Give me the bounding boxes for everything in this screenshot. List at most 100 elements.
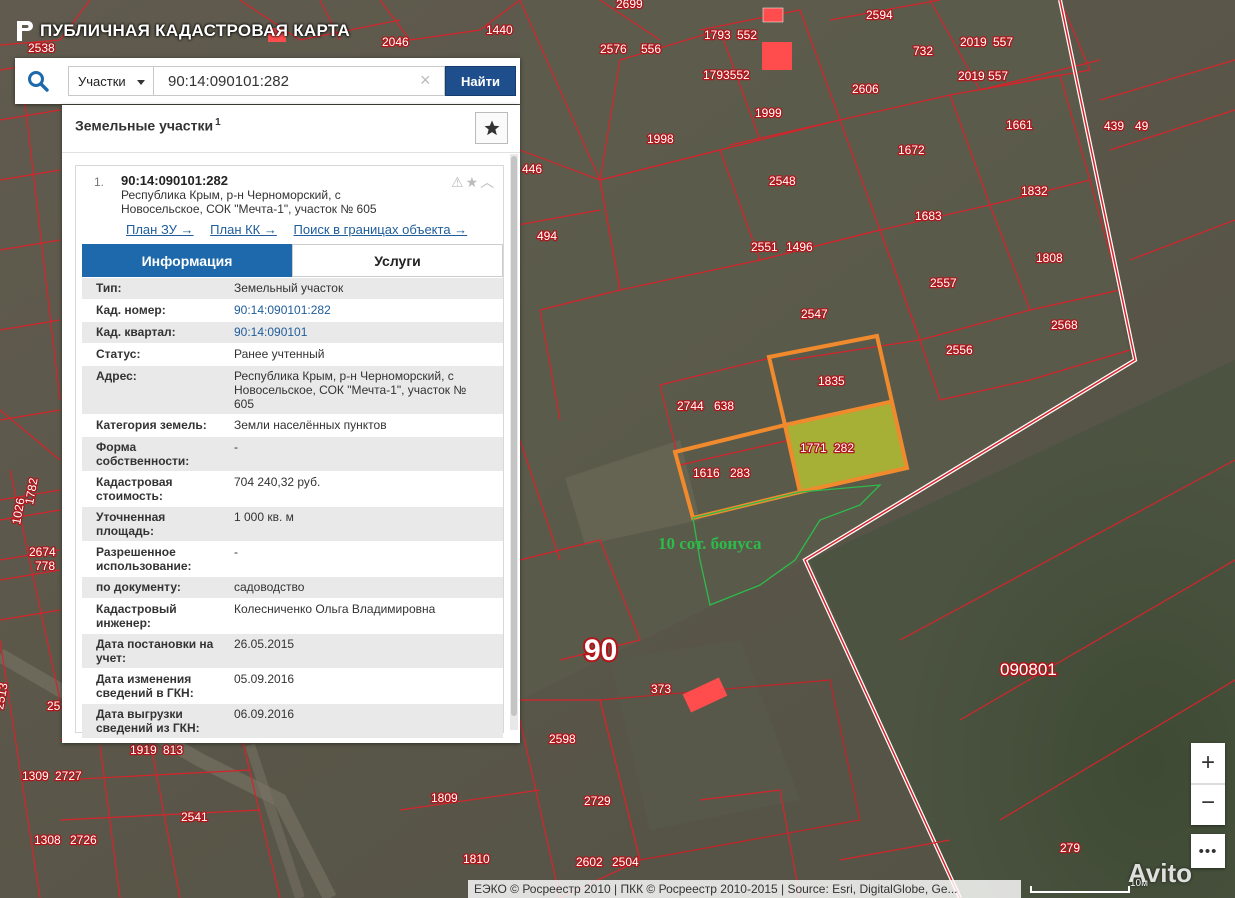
plan-zu-link[interactable]: План ЗУ → (126, 222, 194, 237)
detail-value: Республика Крым, р-н Черноморский, с Нов… (234, 369, 467, 411)
app-title-text: ПУБЛИЧНАЯ КАДАСТРОВАЯ КАРТА (40, 21, 351, 40)
parcel-number-label: 2726 (70, 833, 97, 847)
parcel-number-label: 1309 (22, 769, 49, 783)
parcel-number-label: 439 (1104, 119, 1124, 133)
detail-label: Кадастровый инженер: (96, 602, 177, 630)
detail-value: садоводство (234, 580, 305, 594)
detail-row: по документу: садоводство (82, 577, 503, 599)
detail-row: Кадастровый инженер: Колесниченко Ольга В… (82, 599, 503, 634)
detail-label: Кад. квартал: (96, 325, 176, 339)
search-type-select[interactable]: Участки (68, 66, 154, 96)
detail-value: Земли населённых пунктов (234, 418, 387, 432)
zoom-controls: + − (1191, 743, 1225, 825)
detail-label: Дата постановки на учет: (96, 637, 214, 665)
parcel-number-label: 2744 (677, 399, 704, 413)
parcel-number-label: 2504 (612, 855, 639, 869)
detail-row: Уточненная площадь: 1 000 кв. м (82, 507, 503, 542)
zoom-in-button[interactable]: + (1191, 743, 1225, 783)
parcel-number-label: 2727 (55, 769, 82, 783)
parcel-number-label: 1793552 (703, 68, 750, 82)
detail-label: Разрешенное использование: (96, 545, 192, 573)
parcel-number-label: 1999 (755, 106, 782, 120)
detail-label: Кад. номер: (96, 303, 166, 317)
result-links: План ЗУ → План КК → Поиск в границах объ… (126, 222, 480, 237)
detail-label: Адрес: (96, 369, 137, 383)
parcel-number-label: 2598 (549, 732, 576, 746)
search-icon[interactable] (15, 58, 61, 104)
chevron-up-icon[interactable]: ︿ (480, 174, 496, 190)
parcel-number-label: 1832 (1021, 184, 1048, 198)
result-address: Республика Крым, р-н Черноморский, с Нов… (121, 188, 391, 216)
parcel-number-label: 2674 (29, 545, 56, 559)
parcel-number-label: 25 (47, 699, 61, 713)
detail-value: - (234, 545, 238, 559)
parcel-number-label: 2602 (576, 855, 603, 869)
parcel-number-label: 2019 557 (958, 69, 1008, 83)
parcel-number-label: 1809 (431, 791, 458, 805)
favorite-button[interactable] (475, 112, 508, 144)
parcel-number-label: 2729 (584, 794, 611, 808)
detail-label: Категория земель: (96, 418, 207, 432)
detail-row: Дата выгрузки сведений из ГКН: 06.09.2016 (82, 704, 503, 739)
result-cad-number[interactable]: 90:14:090101:282 (121, 173, 228, 188)
address-line: Республика Крым, р-н Черноморский, с (121, 188, 341, 202)
detail-label: Форма собственности: (96, 440, 190, 468)
search-input[interactable] (154, 66, 445, 96)
warning-icon[interactable]: ⚠ (451, 174, 466, 190)
rosreestr-logo-icon (17, 21, 33, 41)
parcel-number-label: 813 (163, 743, 183, 757)
detail-value: Колесниченко Ольга Владимировна (234, 602, 436, 616)
detail-row: Адрес: Республика Крым, р-н Черноморский,… (82, 366, 503, 415)
parcel-number-label: 1661 (1006, 118, 1033, 132)
detail-label: по документу: (96, 580, 181, 594)
app-title: ПУБЛИЧНАЯ КАДАСТРОВАЯ КАРТА (14, 18, 350, 44)
chevron-down-icon (137, 80, 145, 85)
parcel-number-label: 446 (522, 162, 542, 176)
scrollbar[interactable] (510, 154, 518, 730)
detail-value: Земельный участок (234, 281, 344, 295)
parcel-number-label: 638 (714, 399, 734, 413)
parcel-number-label: 283 (730, 466, 750, 480)
parcel-number-label: 1998 (647, 132, 674, 146)
tab-information[interactable]: Информация (82, 244, 292, 277)
parcel-number-label: 2594 (866, 8, 893, 22)
parcel-number-label: 778 (35, 559, 55, 573)
parcel-number-label: 1835 (818, 374, 845, 388)
parcel-number-label: 2606 (852, 82, 879, 96)
detail-row: Кад. номер: 90:14:090101:282 (82, 300, 503, 322)
detail-row: Кад. квартал: 90:14:090101 (82, 322, 503, 344)
divider (62, 152, 520, 153)
result-count: 1 (215, 117, 221, 128)
plan-kk-link[interactable]: План КК → (210, 222, 277, 237)
detail-value[interactable]: 90:14:090101:282 (234, 303, 489, 317)
parcel-number-label: 1771 (800, 441, 827, 455)
detail-label: Дата выгрузки сведений из ГКН: (96, 707, 200, 735)
clear-icon[interactable]: × (420, 70, 431, 90)
tab-services[interactable]: Услуги (292, 244, 503, 277)
parcel-number-label: 2557 (930, 276, 957, 290)
detail-row: Дата изменения сведений в ГКН: 05.09.2016 (82, 669, 503, 704)
details-table: Тип: Земельный участок Кад. номер: 90:14:09… (82, 278, 503, 739)
detail-value: 26.05.2015 (234, 637, 295, 651)
parcel-number-label: 1496 (786, 240, 813, 254)
detail-label: Уточненная площадь: (96, 510, 166, 538)
parcel-number-label: 2576 (600, 42, 627, 56)
parcel-number-label: 1440 (486, 23, 513, 37)
parcel-number-label: 1808 (1036, 251, 1063, 265)
parcel-number-label: 556 (641, 42, 661, 56)
detail-value[interactable]: 90:14:090101 (234, 325, 489, 339)
scroll-thumb[interactable] (511, 156, 517, 716)
zoom-out-button[interactable]: − (1191, 783, 1225, 823)
star-icon[interactable]: ★ (466, 174, 481, 190)
parcel-number-label: 557 (993, 35, 1013, 49)
parcel-number-label: 2551 (751, 240, 778, 254)
building (762, 42, 792, 70)
scale-bar (1030, 886, 1130, 893)
search-in-bounds-link[interactable]: Поиск в границах объекта → (294, 222, 468, 237)
district-label: 90 (584, 634, 617, 667)
detail-row: Категория земель: Земли населённых пункто… (82, 415, 503, 437)
more-button[interactable]: ••• (1191, 834, 1225, 868)
panel-title-text: Земельные участки (75, 117, 214, 134)
parcel-number-label: 2556 (946, 343, 973, 357)
find-button[interactable]: Найти (445, 66, 516, 96)
